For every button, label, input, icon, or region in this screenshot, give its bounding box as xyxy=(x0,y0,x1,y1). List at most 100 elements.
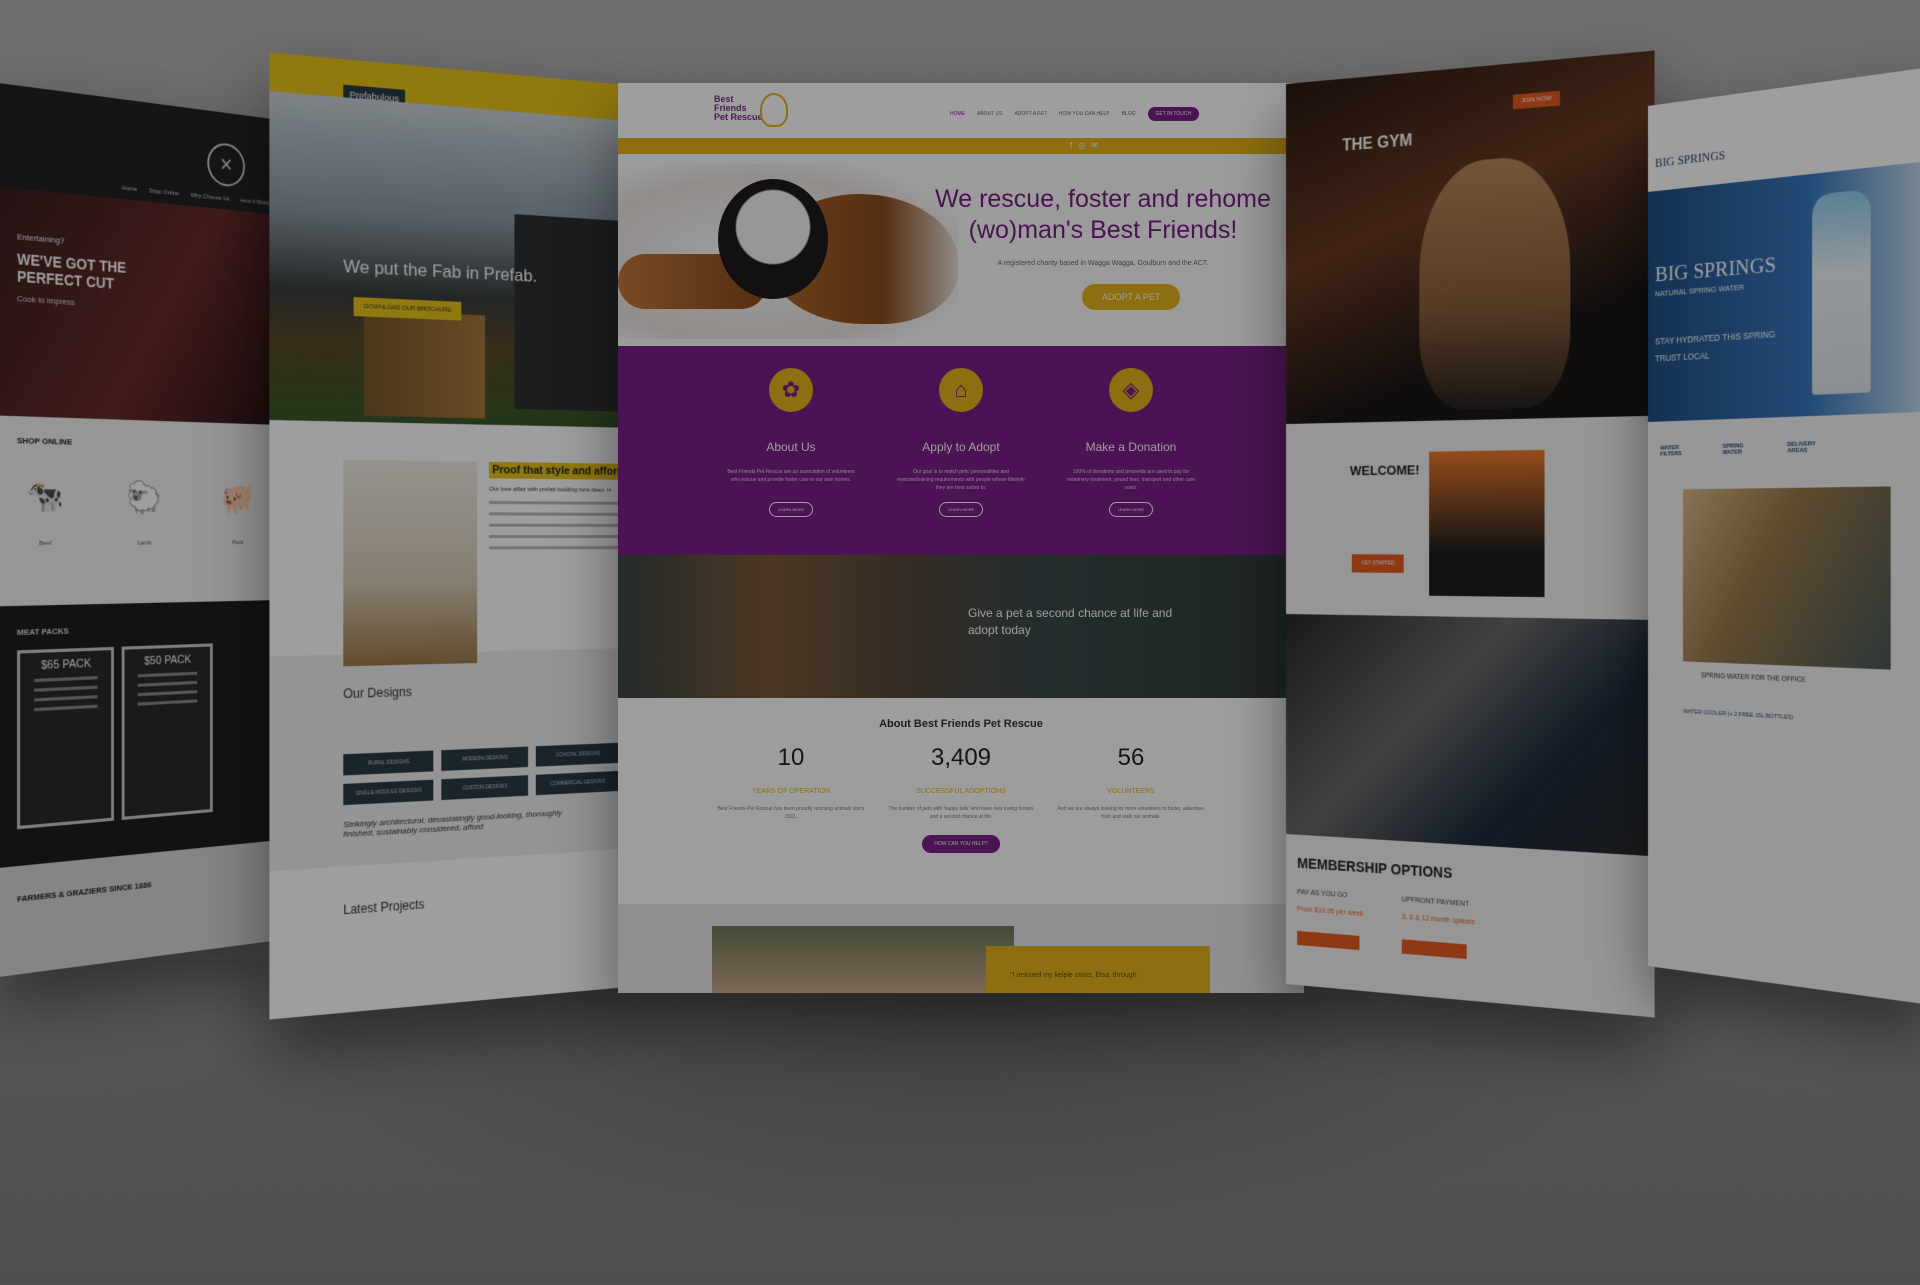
nav-blog[interactable]: BLOG xyxy=(1122,111,1136,117)
stat-years: 10 YEARS OF OPERATION Best Friends Pet R… xyxy=(715,744,867,821)
butcher-site-screenshot: ✕ Home Shop Online Why Choose Us How it … xyxy=(0,82,280,978)
design-category-button[interactable]: CUSTOM DESIGNS xyxy=(441,775,529,801)
feature-about-us: ✿ About Us Best Friends Pet Rescue are a… xyxy=(725,368,857,555)
stat-text: And we are always looking for more volun… xyxy=(1057,806,1205,820)
butcher-hero-title: WE'VE GOT THE PERFECT CUT xyxy=(17,250,127,292)
join-now-button[interactable]: JOIN NOW xyxy=(1512,90,1560,110)
meat-pack-price: $65 PACK xyxy=(41,657,92,673)
stat-label: YEARS OF OPERATION xyxy=(751,788,831,795)
design-category-button[interactable]: COMMERCIAL DESIGNS xyxy=(535,770,620,796)
springs-category-tiles: WATER FILTERS SPRING WATER DELIVERY AREA… xyxy=(1648,412,1920,482)
springs-tile[interactable]: SPRING WATER xyxy=(1722,443,1759,456)
cow-icon: 🐄 xyxy=(26,479,64,516)
nav-home[interactable]: HOME xyxy=(950,111,965,117)
stat-number: 56 xyxy=(1117,744,1145,771)
prefab-proof-section: Proof that style and affordab Our love a… xyxy=(269,420,638,667)
design-category-button[interactable]: RURAL DESIGNS xyxy=(343,750,434,776)
butcher-nav-item[interactable]: How it Works xyxy=(240,198,271,207)
prefab-hero: We put the Fab in Prefab. DOWNLOAD OUR B… xyxy=(269,91,638,429)
springs-office-image xyxy=(1683,486,1891,670)
pets-header: Best Friends Pet Rescue HOME ABOUT US AD… xyxy=(618,83,1304,138)
stat-number: 10 xyxy=(777,744,805,771)
shop-category-label: Pork xyxy=(232,540,244,547)
get-in-touch-button[interactable]: GET IN TOUCH xyxy=(1147,107,1200,121)
pet-rescue-site-screenshot: Best Friends Pet Rescue HOME ABOUT US AD… xyxy=(618,83,1304,993)
springs-hero: BIG SPRINGS NATURAL SPRING WATER STAY HY… xyxy=(1648,160,1920,422)
springs-hero-title: BIG SPRINGS xyxy=(1654,250,1776,287)
stat-label: VOLUNTEERS xyxy=(1107,788,1155,795)
butcher-nav-item[interactable]: Why Choose Us xyxy=(190,193,229,203)
prefab-proof-sub: Our love affair with prefab building run… xyxy=(489,486,612,494)
design-category-button[interactable]: COASTAL DESIGNS xyxy=(535,742,620,767)
email-icon[interactable]: ✉ xyxy=(1091,141,1098,150)
shop-category-pork[interactable]: 🐖 Pork xyxy=(213,481,263,546)
stat-adoptions: 3,409 SUCCESSFUL ADOPTIONS The number of… xyxy=(885,744,1037,821)
butcher-shop-title: SHOP ONLINE xyxy=(17,435,73,447)
membership-option: UPFRONT PAYMENT xyxy=(1401,896,1470,909)
pets-stats-section: About Best Friends Pet Rescue 10 YEARS O… xyxy=(618,698,1304,904)
feature-text: 100% of donations and proceeds are used … xyxy=(1066,469,1196,491)
springs-logo[interactable]: BIG SPRINGS xyxy=(1655,147,1725,172)
gym-athlete-image xyxy=(1419,153,1571,411)
gym-site-screenshot: THE GYM JOIN NOW WELCOME! GET STARTED ME… xyxy=(1286,50,1655,1018)
butcher-meat-packs: MEAT PACKS $65 PACK $50 PACK xyxy=(0,600,280,869)
gym-membership: MEMBERSHIP OPTIONS PAY AS YOU GO From $1… xyxy=(1286,834,1655,996)
springs-hero-stay: STAY HYDRATED THIS SPRING xyxy=(1654,328,1776,347)
shop-category-label: Beef xyxy=(39,540,52,548)
gym-welcome: WELCOME! GET STARTED xyxy=(1286,416,1655,620)
sheep-icon: 🐑 xyxy=(126,480,162,516)
membership-title: MEMBERSHIP OPTIONS xyxy=(1297,854,1453,882)
stats-title: About Best Friends Pet Rescue xyxy=(879,718,1043,730)
facebook-icon[interactable]: f xyxy=(1070,141,1072,150)
feature-title: Apply to Adopt xyxy=(922,440,1000,454)
springs-office-caption: SPRING WATER FOR THE OFFICE xyxy=(1700,672,1806,685)
butcher-nav-item[interactable]: Home xyxy=(122,185,137,193)
shop-category-lamb[interactable]: 🐑 Lamb xyxy=(118,480,171,547)
how-can-you-help-button[interactable]: HOW CAN YOU HELP? xyxy=(922,835,1000,853)
pets-subline: A registered charity based in Wagga Wagg… xyxy=(997,260,1209,267)
water-cooler-image xyxy=(1812,188,1871,395)
nav-about-us[interactable]: ABOUT US xyxy=(977,111,1002,117)
gym-logo[interactable]: THE GYM xyxy=(1342,132,1412,156)
springs-tile[interactable]: WATER FILTERS xyxy=(1660,445,1695,458)
meat-packs-title: MEAT PACKS xyxy=(17,626,69,638)
meat-pack-price: $50 PACK xyxy=(144,653,192,668)
instagram-icon[interactable]: ◎ xyxy=(1078,141,1085,150)
prefab-hero-title: We put the Fab in Prefab. xyxy=(343,256,538,287)
design-category-button[interactable]: MODERN DESIGNS xyxy=(441,746,529,771)
shop-category-beef[interactable]: 🐄 Beef xyxy=(17,478,73,547)
prefab-designs-title: Our Designs xyxy=(343,684,412,702)
shop-category-label: Lamb xyxy=(137,540,152,547)
gym-hero: THE GYM JOIN NOW xyxy=(1286,50,1655,424)
meat-pack-card[interactable]: $65 PACK xyxy=(17,646,114,830)
meat-pack-card[interactable]: $50 PACK xyxy=(121,643,213,821)
get-started-button[interactable]: GET STARTED xyxy=(1351,554,1405,573)
membership-button[interactable] xyxy=(1401,939,1467,959)
membership-button[interactable] xyxy=(1297,930,1360,951)
butcher-hero: Entertaining? WE'VE GOT THE PERFECT CUT … xyxy=(0,186,280,425)
membership-option: PAY AS YOU GO xyxy=(1297,888,1348,900)
prefab-house-image xyxy=(364,310,486,419)
learn-more-button[interactable]: LEARN MORE xyxy=(768,502,814,517)
learn-more-button[interactable]: LEARN MORE xyxy=(1108,502,1154,517)
adopt-a-pet-button[interactable]: ADOPT A PET xyxy=(1082,284,1181,310)
springs-tile[interactable]: DELIVERY AREAS xyxy=(1787,441,1825,454)
membership-price: From $19.95 per week xyxy=(1297,905,1364,918)
nav-how-you-can-help[interactable]: HOW YOU CAN HELP xyxy=(1059,111,1110,117)
feature-apply-to-adopt: ⌂ Apply to Adopt Our goal is to match pe… xyxy=(895,368,1027,555)
rosette-paw-icon: ✿ xyxy=(769,368,813,412)
nav-adopt-a-pet[interactable]: ADOPT A PET xyxy=(1014,111,1046,117)
springs-site-screenshot: BIG SPRINGS BIG SPRINGS NATURAL SPRING W… xyxy=(1648,66,1920,1006)
pets-logo-line: Pet Rescue xyxy=(714,112,763,122)
design-category-button[interactable]: SINGLE MODULE DESIGNS xyxy=(343,779,434,806)
learn-more-button[interactable]: LEARN MORE xyxy=(938,502,984,517)
feature-make-a-donation: ◈ Make a Donation 100% of donations and … xyxy=(1065,368,1197,555)
gym-weights-image xyxy=(1286,614,1655,857)
butcher-nav-item[interactable]: Shop Online xyxy=(149,188,180,197)
donation-tag-icon: ◈ xyxy=(1109,368,1153,412)
prefab-proof-title: Proof that style and affordab xyxy=(489,461,638,480)
prefab-interior-image xyxy=(343,459,478,667)
testimonial-quote: "I rescued my kelpie cross, Elsa, throug… xyxy=(986,946,1210,993)
prefab-site-screenshot: Prefabulous We put the Fab in Prefab. DO… xyxy=(269,52,638,1020)
stat-number: 3,409 xyxy=(930,744,992,771)
